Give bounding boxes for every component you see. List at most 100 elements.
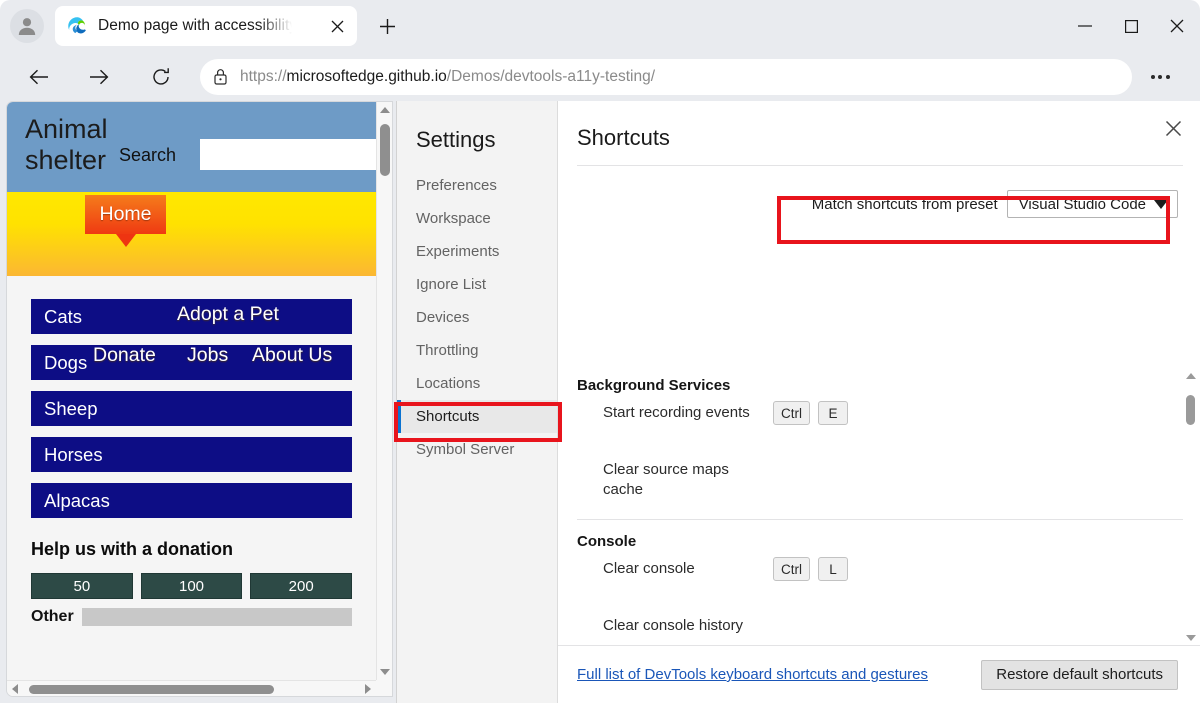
nav-item-home[interactable]: Home xyxy=(85,195,166,234)
preset-label: Match shortcuts from preset xyxy=(812,196,998,213)
search-label: Search xyxy=(119,145,176,166)
shortcut-keys[interactable]: Ctrl E xyxy=(773,401,848,425)
search-input[interactable] xyxy=(200,139,376,170)
sidebar-item-devices[interactable]: Devices xyxy=(397,301,557,334)
chevron-down-icon xyxy=(1154,200,1168,209)
url-host: microsoftedge.github.io xyxy=(287,68,447,85)
shortcut-row[interactable]: Clear console history xyxy=(558,616,1200,645)
back-button[interactable] xyxy=(22,60,56,94)
group-title-background-services: Background Services xyxy=(558,377,1200,394)
donation-other-label: Other xyxy=(31,608,74,626)
nav-item-about-us[interactable]: About Us xyxy=(252,344,332,367)
sidebar-item-shortcuts[interactable]: Shortcuts xyxy=(397,400,557,433)
plus-icon xyxy=(379,18,396,35)
sidebar-item-workspace[interactable]: Workspace xyxy=(397,202,557,235)
browser-window: Demo page with accessibility issues xyxy=(0,0,1200,703)
scroll-up-button[interactable] xyxy=(377,102,392,118)
sidebar-item-preferences[interactable]: Preferences xyxy=(397,169,557,202)
close-window-button[interactable] xyxy=(1154,2,1200,50)
keycap: L xyxy=(818,557,848,581)
devtools-scroll-thumb[interactable] xyxy=(1186,395,1195,425)
page-title: Shortcuts xyxy=(558,101,1200,151)
window-controls xyxy=(1062,0,1200,52)
full-shortcuts-list-link[interactable]: Full list of DevTools keyboard shortcuts… xyxy=(577,666,928,683)
shortcut-name: Clear source maps cache xyxy=(603,460,773,500)
devtools-panel: Settings Preferences Workspace Experimen… xyxy=(396,101,1200,703)
profile-avatar[interactable] xyxy=(10,9,44,43)
donation-amount-group: 50 100 200 xyxy=(31,573,352,599)
page-viewport: Animal shelter Search Home Adopt a Pet D… xyxy=(6,101,393,697)
site-navigation: Home Adopt a Pet Donate Jobs About Us xyxy=(7,192,376,276)
devtools-vertical-scrollbar[interactable] xyxy=(1183,373,1198,641)
tab-strip: Demo page with accessibility issues xyxy=(0,0,1200,52)
donation-amount-100[interactable]: 100 xyxy=(141,573,243,599)
preset-row: Match shortcuts from preset Visual Studi… xyxy=(558,190,1200,218)
minimize-button[interactable] xyxy=(1062,2,1108,50)
donation-amount-200[interactable]: 200 xyxy=(250,573,352,599)
forward-arrow-icon xyxy=(89,68,109,86)
keycap: E xyxy=(818,401,848,425)
list-item[interactable]: Horses xyxy=(31,437,352,472)
donation-other-row: Other xyxy=(31,608,352,626)
page-horizontal-scroll-thumb[interactable] xyxy=(29,685,274,694)
title-divider xyxy=(577,165,1183,166)
nav-item-donate[interactable]: Donate xyxy=(93,344,156,367)
more-options-button[interactable] xyxy=(1142,59,1178,95)
tab-title: Demo page with accessibility issues xyxy=(98,17,294,35)
preset-select[interactable]: Visual Studio Code xyxy=(1007,190,1178,218)
donation-section: Help us with a donation 50 100 200 Other xyxy=(7,529,376,626)
donation-other-input[interactable] xyxy=(82,608,352,626)
scroll-right-button[interactable] xyxy=(360,681,376,696)
list-item[interactable]: Alpacas xyxy=(31,483,352,518)
devtools-settings-sidebar: Settings Preferences Workspace Experimen… xyxy=(397,101,558,703)
sidebar-item-ignore-list[interactable]: Ignore List xyxy=(397,268,557,301)
list-item[interactable]: Sheep xyxy=(31,391,352,426)
close-devtools-icon[interactable] xyxy=(1160,115,1186,141)
sidebar-item-symbol-server[interactable]: Symbol Server xyxy=(397,433,557,466)
page-vertical-scroll-thumb[interactable] xyxy=(380,124,390,176)
lock-icon xyxy=(200,68,240,85)
keycap: Ctrl xyxy=(773,557,810,581)
url-text: https://microsoftedge.github.io/Demos/de… xyxy=(240,68,655,86)
url-scheme: https:// xyxy=(240,68,287,85)
navigation-bar: https://microsoftedge.github.io/Demos/de… xyxy=(0,52,1200,101)
sidebar-item-locations[interactable]: Locations xyxy=(397,367,557,400)
close-icon xyxy=(1170,19,1184,33)
edge-logo-icon xyxy=(67,16,87,36)
shortcuts-list: Background Services Start recording even… xyxy=(558,364,1200,645)
scroll-down-button[interactable] xyxy=(377,664,392,680)
person-icon xyxy=(16,15,38,37)
shortcut-name: Clear console history xyxy=(603,616,773,636)
page-horizontal-scrollbar[interactable] xyxy=(7,680,376,696)
site-header: Animal shelter Search xyxy=(7,102,376,192)
shortcut-row[interactable]: Clear source maps cache xyxy=(558,460,1200,508)
forward-button[interactable] xyxy=(82,60,116,94)
sidebar-item-experiments[interactable]: Experiments xyxy=(397,235,557,268)
restore-default-shortcuts-button[interactable]: Restore default shortcuts xyxy=(981,660,1178,690)
scrollbar-corner xyxy=(376,680,392,696)
scroll-down-button[interactable] xyxy=(1183,635,1198,641)
reload-icon xyxy=(151,67,171,87)
group-divider xyxy=(577,519,1183,520)
reload-button[interactable] xyxy=(144,60,178,94)
maximize-button[interactable] xyxy=(1108,2,1154,50)
page-vertical-scrollbar[interactable] xyxy=(376,102,392,680)
web-page: Animal shelter Search Home Adopt a Pet D… xyxy=(7,102,376,680)
nav-item-adopt-a-pet[interactable]: Adopt a Pet xyxy=(177,303,279,326)
close-tab-icon[interactable] xyxy=(325,14,349,38)
address-bar[interactable]: https://microsoftedge.github.io/Demos/de… xyxy=(200,59,1132,95)
donation-heading: Help us with a donation xyxy=(31,539,352,560)
browser-tab[interactable]: Demo page with accessibility issues xyxy=(55,6,357,46)
donation-amount-50[interactable]: 50 xyxy=(31,573,133,599)
scroll-up-button[interactable] xyxy=(1183,373,1198,379)
nav-item-jobs[interactable]: Jobs xyxy=(187,344,228,367)
shortcut-name: Clear console xyxy=(603,559,773,579)
new-tab-button[interactable] xyxy=(371,10,403,42)
shortcut-row[interactable]: Clear console Ctrl L xyxy=(558,559,1200,607)
sidebar-item-throttling[interactable]: Throttling xyxy=(397,334,557,367)
more-options-icon xyxy=(1151,75,1155,79)
scroll-left-button[interactable] xyxy=(7,681,23,696)
shortcut-keys[interactable]: Ctrl L xyxy=(773,557,848,581)
minimize-icon xyxy=(1078,25,1092,27)
shortcut-row[interactable]: Start recording events Ctrl E xyxy=(558,403,1200,451)
